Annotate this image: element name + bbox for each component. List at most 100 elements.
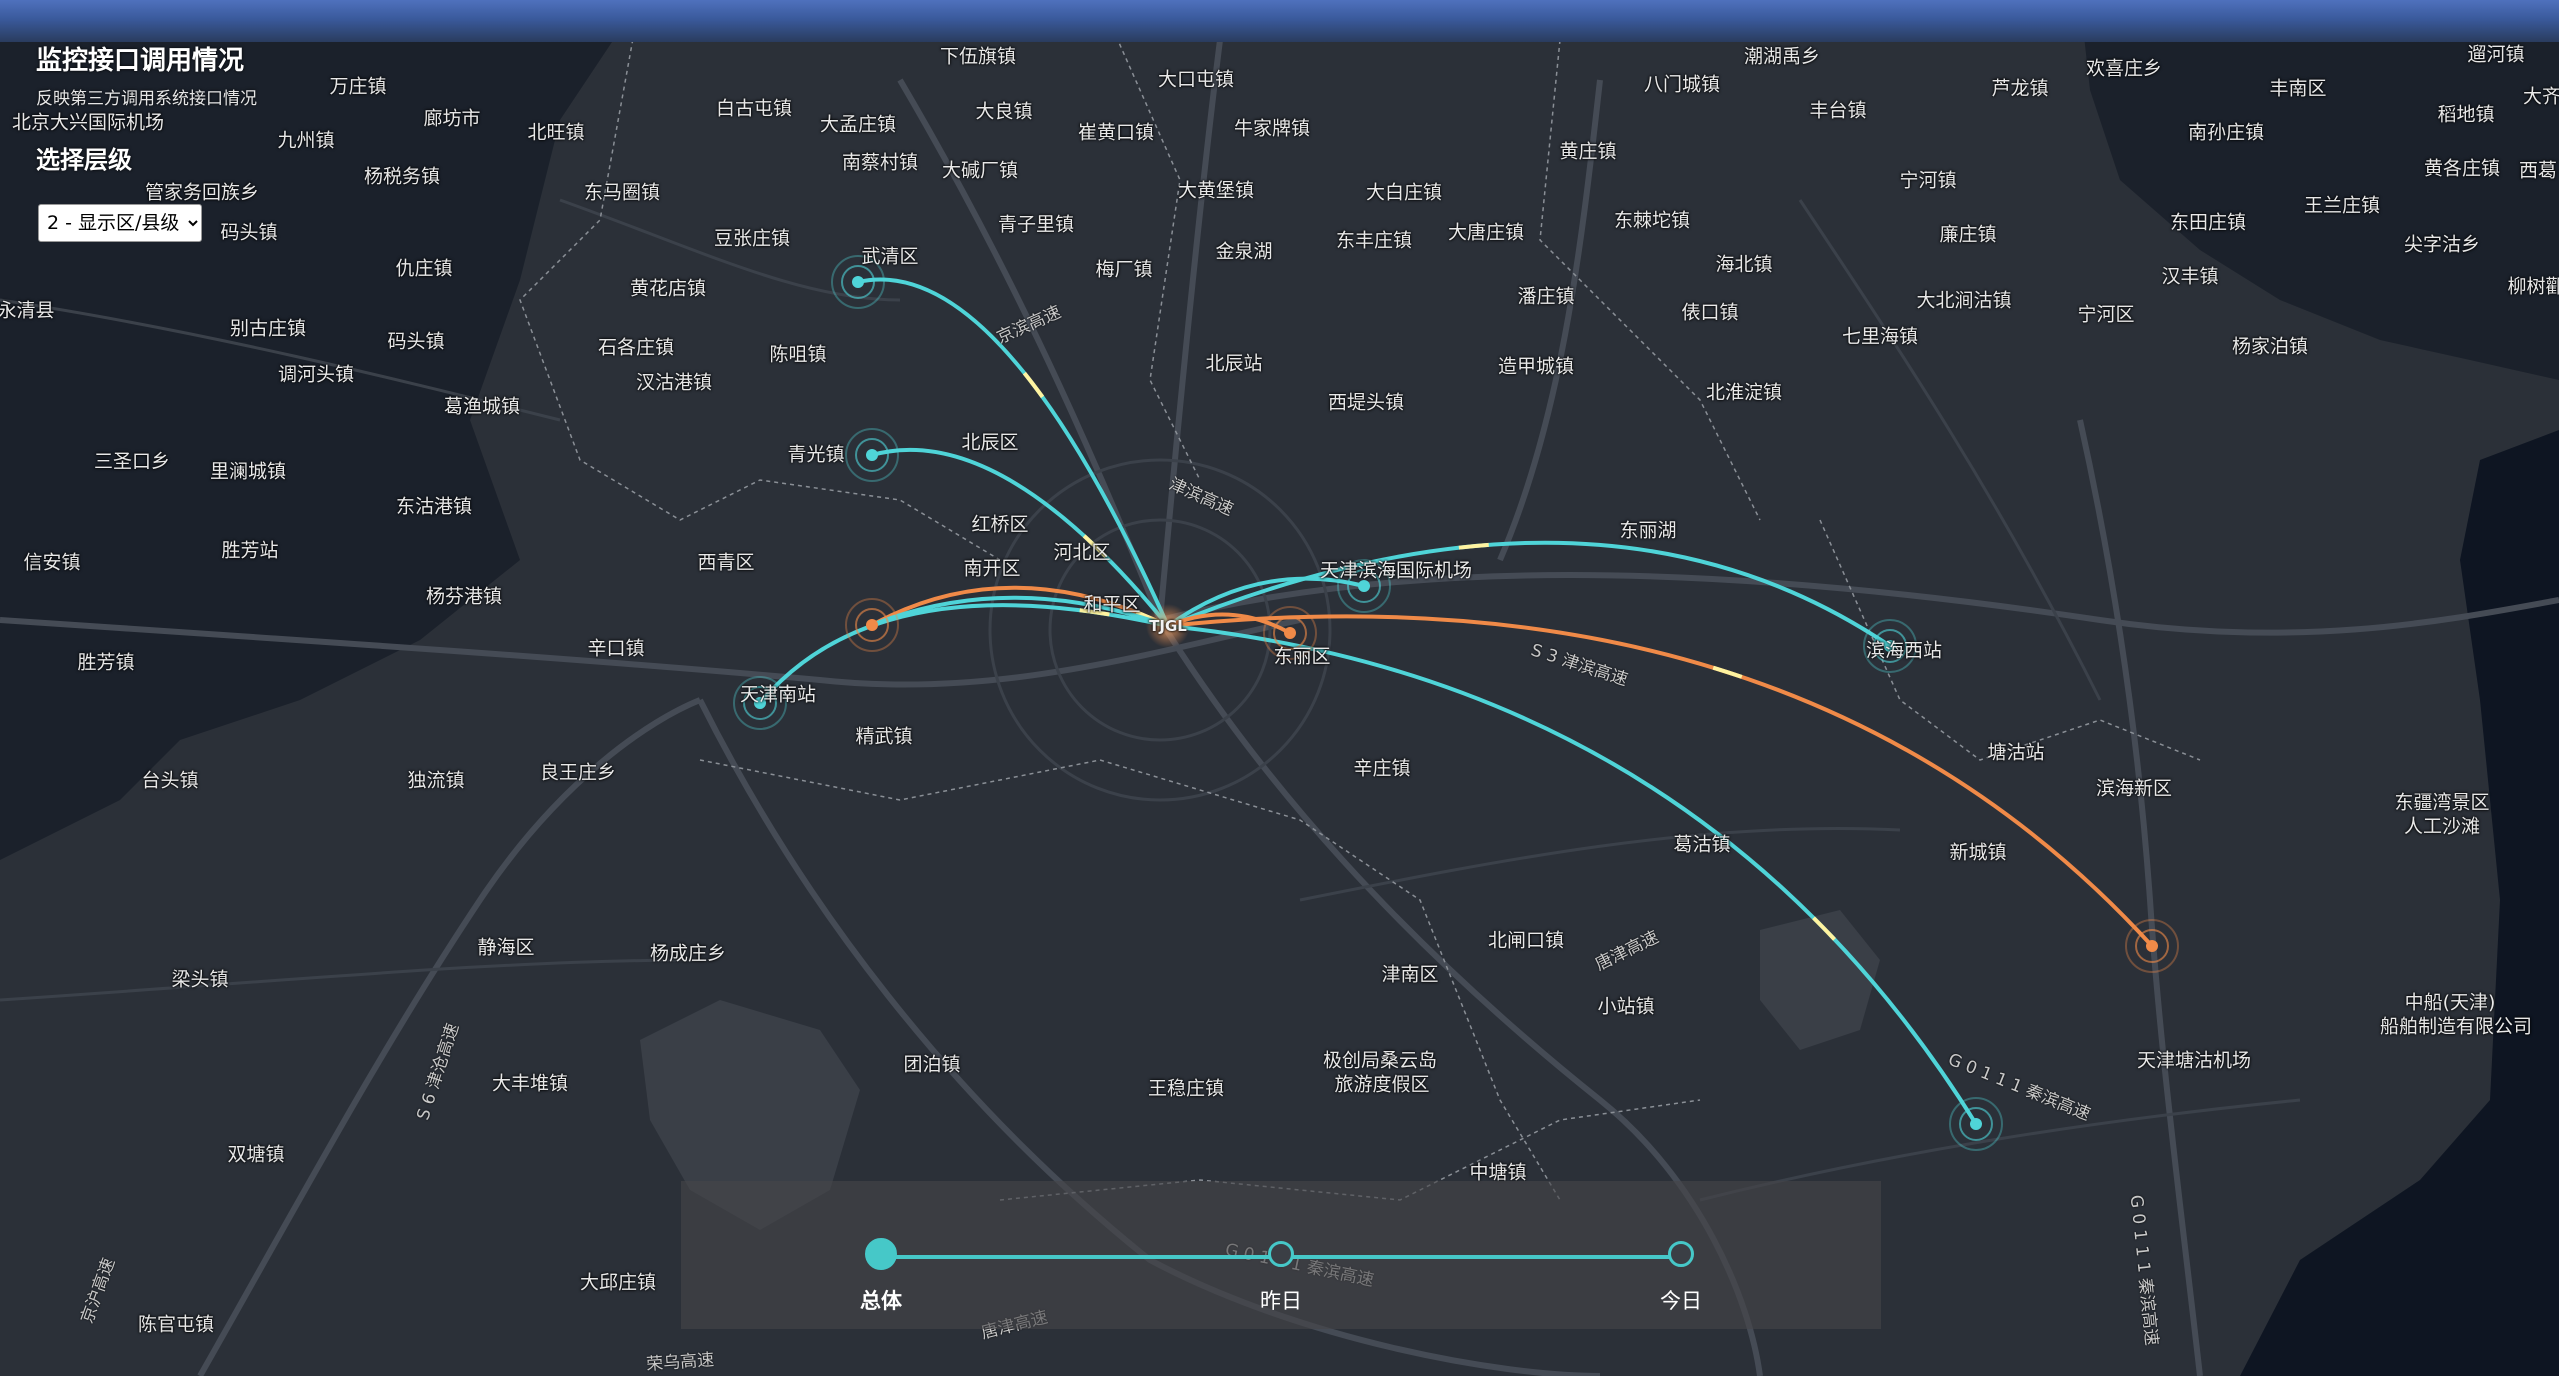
place-label: 滨海西站 (1865, 639, 1943, 662)
origin-dot (866, 619, 878, 631)
place-label: 津南区 (1381, 963, 1439, 986)
place-label: 东丽区 (1273, 645, 1331, 668)
place-label: 黄庄镇 (1559, 140, 1617, 163)
place-label: 八门城镇 (1643, 73, 1721, 96)
place-label: 天津滨海国际机场 (1319, 559, 1473, 582)
place-label: 东疆湾景区 (2394, 791, 2490, 814)
place-label: 天津南站 (739, 683, 817, 706)
map-canvas[interactable] (0, 0, 2559, 1376)
place-label: 精武镇 (855, 725, 913, 748)
place-label: 调河头镇 (277, 363, 355, 386)
place-label: 西葛 (2518, 159, 2558, 182)
place-label: 西青区 (697, 551, 755, 574)
place-label: 金泉湖 (1215, 240, 1273, 263)
place-label: 大邱庄镇 (579, 1271, 657, 1294)
place-label: 青子里镇 (997, 213, 1075, 236)
place-label: 北淮淀镇 (1705, 381, 1783, 404)
place-label: 双塘镇 (227, 1143, 285, 1166)
place-label: 白古屯镇 (715, 97, 793, 120)
place-label: 台头镇 (141, 769, 199, 792)
place-label: 独流镇 (407, 769, 465, 792)
place-label: 极创局桑云岛 (1322, 1049, 1438, 1072)
place-label: 青光镇 (787, 443, 845, 466)
place-label: 大白庄镇 (1365, 181, 1443, 204)
place-label: 新城镇 (1949, 841, 2007, 864)
place-label: 丰台镇 (1809, 99, 1867, 122)
place-label: 潘庄镇 (1517, 285, 1575, 308)
place-label: 牛家牌镇 (1233, 117, 1311, 140)
place-label: 大黄堡镇 (1177, 179, 1255, 202)
place-label: 大北涧沽镇 (1916, 289, 2012, 312)
place-label: 七里海镇 (1841, 325, 1919, 348)
origin-dot (852, 276, 864, 288)
place-label: 廉庄镇 (1939, 223, 1997, 246)
level-select[interactable]: 2 - 显示区/县级 (38, 204, 202, 242)
place-label: 杨成庄乡 (649, 942, 727, 965)
place-label: 杨家泊镇 (2231, 335, 2309, 358)
place-label: 胜芳站 (221, 539, 279, 562)
place-label: 良王庄乡 (539, 761, 617, 784)
place-label: 大齐 (2522, 85, 2559, 108)
place-label: 尖字沽乡 (2403, 233, 2481, 256)
place-label: 崔黄口镇 (1077, 121, 1155, 144)
place-label: 大口屯镇 (1157, 68, 1235, 91)
place-label: 大孟庄镇 (819, 113, 897, 136)
place-label: 南孙庄镇 (2187, 121, 2265, 144)
place-label: 码头镇 (387, 330, 445, 353)
place-label: 北京大兴国际机场 (11, 111, 165, 134)
place-label: 万庄镇 (329, 75, 387, 98)
place-label: 汉丰镇 (2161, 265, 2219, 288)
timeline-node[interactable] (1268, 1241, 1294, 1267)
level-label: 选择层级 (36, 146, 132, 174)
place-label: 团泊镇 (903, 1053, 961, 1076)
place-label: 稻地镇 (2437, 103, 2495, 126)
place-label: 大良镇 (975, 100, 1033, 123)
timeline-label[interactable]: 总体 (860, 1285, 902, 1315)
place-label: 北辰区 (961, 431, 1019, 454)
place-label: 芦龙镇 (1991, 77, 2049, 100)
place-label: 胜芳镇 (77, 651, 135, 674)
place-label: 黄花店镇 (629, 277, 707, 300)
place-label: 东马圈镇 (583, 181, 661, 204)
place-label: 王稳庄镇 (1147, 1077, 1225, 1100)
page-subtitle: 反映第三方调用系统接口情况 (36, 89, 257, 109)
place-label: 和平区 (1083, 593, 1141, 616)
place-label: 豆张庄镇 (713, 227, 791, 250)
place-label: 东丰庄镇 (1335, 229, 1413, 252)
place-label: 中船(天津) (2404, 991, 2496, 1014)
place-label: 葛沽镇 (1673, 833, 1731, 856)
place-label: 人工沙滩 (2403, 815, 2481, 838)
place-label: 永清县 (0, 299, 55, 322)
place-label: 仇庄镇 (395, 257, 453, 280)
place-label: 信安镇 (23, 551, 81, 574)
place-label: 下伍旗镇 (939, 45, 1017, 68)
place-label: 天津塘沽机场 (2136, 1049, 2252, 1072)
place-label: 旅游度假区 (1334, 1073, 1430, 1096)
place-label: 柳树酄 (2507, 275, 2559, 298)
place-label: 陈咀镇 (769, 343, 827, 366)
place-label: 滨海新区 (2095, 777, 2173, 800)
origin-dot (1284, 627, 1296, 639)
place-label: 北辰站 (1205, 352, 1263, 375)
place-label: 梁头镇 (171, 968, 229, 991)
timeline-label[interactable]: 昨日 (1260, 1285, 1302, 1315)
place-label: 潮湖禹乡 (1743, 45, 1821, 68)
timeline-label[interactable]: 今日 (1660, 1285, 1702, 1315)
place-label: 大丰堆镇 (491, 1072, 569, 1095)
timeline-node[interactable] (1668, 1241, 1694, 1267)
place-label: 东丽湖 (1619, 519, 1677, 542)
place-label: 俵口镇 (1681, 301, 1739, 324)
place-label: 欢喜庄乡 (2085, 57, 2163, 80)
place-label: 陈官屯镇 (137, 1313, 215, 1336)
place-label: 大碱厂镇 (941, 159, 1019, 182)
place-label: 南蔡村镇 (841, 151, 919, 174)
place-label: 红桥区 (971, 513, 1029, 536)
top-bar (0, 0, 2559, 42)
place-label: 里澜城镇 (209, 460, 287, 483)
place-label: 海北镇 (1715, 253, 1773, 276)
timeline-node[interactable] (865, 1238, 897, 1270)
place-label: 宁河区 (2077, 303, 2135, 326)
place-label: 北旺镇 (527, 121, 585, 144)
place-label: 大唐庄镇 (1447, 221, 1525, 244)
place-label: 小站镇 (1597, 995, 1655, 1018)
